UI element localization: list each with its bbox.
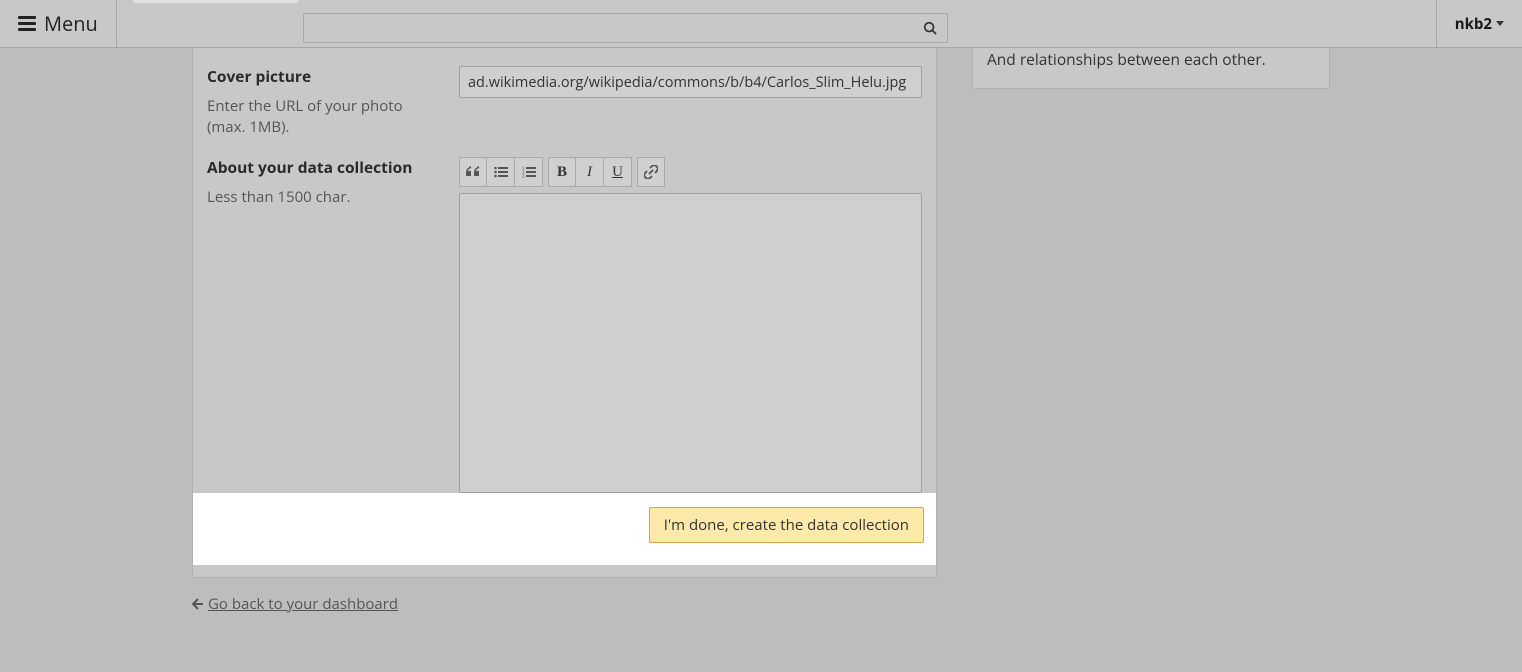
cover-url-input[interactable] <box>459 66 922 98</box>
menu-button[interactable]: Menu <box>0 0 117 47</box>
back-link-label: Go back to your dashboard <box>208 594 398 614</box>
about-label: About your data collection <box>207 157 439 179</box>
svg-text:3: 3 <box>522 175 525 178</box>
richtext-toolbar: 123 B I U <box>459 157 922 187</box>
top-bar: Menu nkb2 <box>0 0 1522 48</box>
hamburger-icon <box>18 16 36 31</box>
chevron-down-icon <box>1496 21 1504 26</box>
form-card: Cover picture Enter the URL of your phot… <box>192 48 937 578</box>
side-text: And relationships between each other. <box>987 48 1315 70</box>
italic-button[interactable]: I <box>576 157 604 187</box>
about-help: Less than 1500 char. <box>207 187 439 209</box>
row-cover-picture: Cover picture Enter the URL of your phot… <box>193 66 936 139</box>
bold-button[interactable]: B <box>548 157 576 187</box>
search-wrap <box>133 4 948 43</box>
user-menu[interactable]: nkb2 <box>1436 0 1522 47</box>
search-input[interactable] <box>303 13 948 43</box>
ordered-list-button[interactable]: 123 <box>515 157 543 187</box>
create-collection-button[interactable]: I'm done, create the data collection <box>649 507 924 543</box>
search-icon <box>923 21 937 35</box>
submit-zone: I'm done, create the data collection <box>193 493 936 565</box>
side-card: And relationships between each other. <box>972 48 1330 89</box>
cover-help: Enter the URL of your photo (max. 1MB). <box>207 96 439 140</box>
main-content: Cover picture Enter the URL of your phot… <box>0 48 1522 672</box>
link-button[interactable] <box>637 157 665 187</box>
arrow-left-icon <box>192 598 204 610</box>
row-about: About your data collection Less than 150… <box>193 157 936 493</box>
cover-label: Cover picture <box>207 66 439 88</box>
user-label: nkb2 <box>1455 14 1492 34</box>
progress-bar <box>133 0 298 3</box>
quote-icon <box>466 166 480 178</box>
list-ol-icon: 123 <box>522 166 536 178</box>
list-ul-icon <box>494 166 508 178</box>
underline-button[interactable]: U <box>604 157 632 187</box>
back-to-dashboard-link[interactable]: Go back to your dashboard <box>192 594 398 614</box>
link-icon <box>644 165 658 179</box>
about-textarea[interactable] <box>459 193 922 493</box>
unordered-list-button[interactable] <box>487 157 515 187</box>
menu-label: Menu <box>44 10 98 37</box>
quote-button[interactable] <box>459 157 487 187</box>
